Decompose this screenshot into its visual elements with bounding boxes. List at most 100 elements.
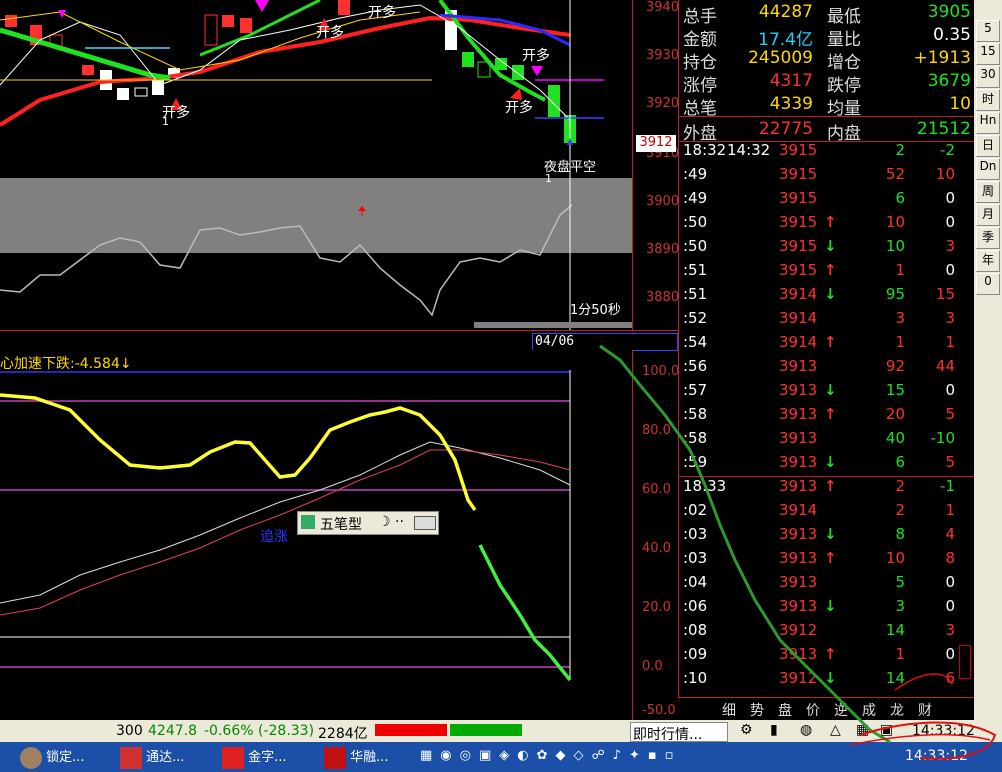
app-icon [222,746,244,769]
index-change-pts: (-28.33) [258,723,315,739]
label-chase: 追涨 [260,529,288,545]
quote-label: 增仓 [827,53,861,73]
tray-icons[interactable]: ▦◉◎▣◈◐✿◆◇☍♪✦▪▫ [420,748,850,766]
label-num-2: 1 [545,172,552,185]
trade-time: :03 [683,549,708,567]
arrow-up-icon: ↑ [824,333,837,351]
trade-volume: 14 [885,669,905,687]
period-button[interactable]: 15 [976,43,1000,65]
tab-3[interactable]: 价 [806,700,820,720]
period-button[interactable]: 日 [976,135,1000,157]
period-button[interactable]: Hn [976,112,1000,134]
cylinder-icon[interactable]: ▮ [770,722,778,738]
tab-6[interactable]: 龙 [890,700,904,720]
scrollbar[interactable] [959,645,971,679]
tab-0[interactable]: 细 [722,700,736,720]
trade-time: :54 [683,333,708,351]
tab-1[interactable]: 势 [750,700,764,720]
period-button[interactable]: Dn [976,158,1000,180]
trade-oi-change: 0 [945,645,955,663]
trade-volume: 2 [895,141,905,159]
quote-value: 22775 [758,119,813,139]
trade-row: :50 3915 ↑ 10 0 [679,213,975,237]
gear-icon[interactable]: ⚙ [740,722,753,738]
period-button[interactable]: 月 [976,204,1000,226]
trade-volume: 3 [895,309,905,327]
osc-tick: 100.0 [642,364,680,379]
period-button[interactable]: 年 [976,250,1000,272]
trade-oi-change: 3 [945,309,955,327]
trade-oi-change: 6 [945,669,955,687]
period-button[interactable]: 时 [976,89,1000,111]
taskbar-item[interactable]: 通达... [120,746,200,770]
quote-label: 持仓 [683,53,717,73]
trade-price: 3914 [779,333,818,351]
tab-5[interactable]: 成 [862,700,876,720]
taskbar-clock: 14:33:12 [905,748,968,764]
trade-volume: 52 [885,165,905,183]
trade-price: 3915 [779,213,818,231]
chart-icon[interactable]: ▦ [856,722,869,738]
avatar [20,746,42,769]
keyboard-icon[interactable] [414,516,436,530]
trade-price: 3913 [779,381,818,399]
trade-time: :06 [683,597,708,615]
trade-row: :49 3915 52 10 [679,165,975,189]
period-button[interactable]: 0 [976,273,1000,295]
trade-volume: 2 [895,477,905,495]
bell-icon[interactable]: △ [830,722,841,738]
osc-tick: 80.0 [642,423,671,438]
period-button[interactable]: 5 [976,20,1000,42]
trade-volume: 92 [885,357,905,375]
oscillator-chart[interactable] [0,350,632,720]
chart-scrollbar[interactable] [474,322,632,328]
toolbox-label[interactable]: 五笔型 [320,514,362,534]
quote-value: 44287 [758,2,813,22]
arrow-up-icon: ↑ [824,213,837,231]
period-button[interactable]: 季 [976,227,1000,249]
trade-oi-change: 3 [945,621,955,639]
trade-oi-change: 3 [945,237,955,255]
trade-time: :59 [683,453,708,471]
trade-time: :09 [683,645,708,663]
trade-row: :06 3913 ↓ 3 0 [679,597,975,621]
osc-tick: 60.0 [642,482,671,497]
trade-price: 3913 [779,525,818,543]
advance-bar [375,724,447,736]
period-button[interactable]: 30 [976,66,1000,88]
price-axis: 3940 3930 3920 3910 3900 3890 3880 3912 [632,0,680,330]
period-button[interactable]: 周 [976,181,1000,203]
news-ticker[interactable]: 即时行情... [630,722,728,743]
status-bar: 300 4247.8 -0.66% (-28.33) 2284亿 即时行情...… [0,720,1002,743]
moon-icon[interactable]: ☽ [378,514,391,530]
quote-row: 总笔 4339 均量 10 [679,94,975,119]
grid-icon[interactable] [301,515,315,529]
trade-volume: 6 [895,189,905,207]
trade-price: 3913 [779,453,818,471]
trade-oi-change: 0 [945,189,955,207]
taskbar-item[interactable]: 锁定... [20,746,100,770]
quote-value: 10 [949,94,971,114]
floating-toolbox[interactable]: 五笔型 ☽ ·· [297,511,439,535]
taskbar-item[interactable]: 华融... [324,746,404,770]
trade-volume: 2 [895,501,905,519]
trade-time: :51 [683,285,708,303]
globe-icon[interactable]: ◍ [800,722,812,738]
dots-icon[interactable]: ·· [395,514,404,530]
quote-panel: 总手 44287 最低 3905 金额 17.4亿 量比 0.35 持仓 245… [678,0,975,720]
trade-price: 3913 [779,429,818,447]
trade-oi-change: 8 [945,549,955,567]
quote-value: 17.4亿 [758,30,813,50]
price-tick: 3930 [646,48,680,63]
current-price-tag: 3912 [636,135,676,152]
price-tick: 3890 [646,242,680,257]
quote-value: 3679 [927,71,971,91]
taskbar-item[interactable]: 金字... [222,746,302,770]
tab-4[interactable]: 逆 [834,700,848,720]
quote-value: 4339 [769,94,813,114]
tab-2[interactable]: 盘 [778,700,792,720]
label-open-long-3: 开多 [368,5,396,21]
tab-7[interactable]: 财 [918,700,932,720]
trade-volume: 10 [885,549,905,567]
trash-icon[interactable]: ▣ [880,722,893,738]
